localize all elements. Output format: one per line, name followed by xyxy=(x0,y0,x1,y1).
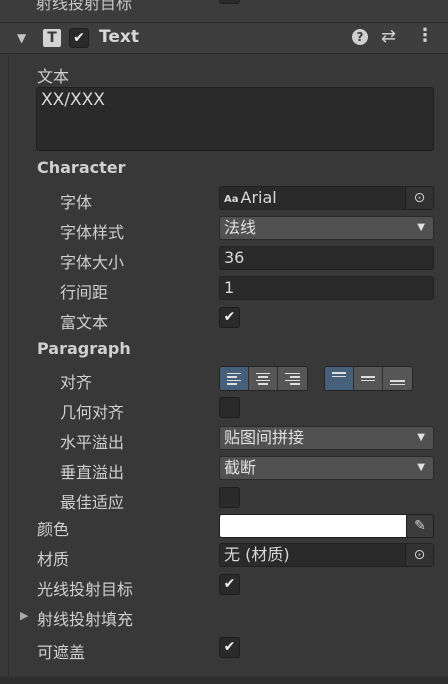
material-label: 材质 xyxy=(37,550,70,569)
font-style-value: 法线 xyxy=(224,218,257,237)
vertical-alignment-group xyxy=(324,366,413,391)
text-label: 文本 xyxy=(37,67,70,86)
best-fit-checkbox[interactable] xyxy=(219,487,240,508)
horizontal-alignment-group xyxy=(219,366,308,391)
previous-component-label: 射线投射目标 xyxy=(36,0,133,13)
previous-component-strip: 射线投射目标 xyxy=(0,0,448,22)
align-bottom-button[interactable] xyxy=(383,367,412,390)
font-value: Arial xyxy=(240,188,277,207)
paragraph-section-label: Paragraph xyxy=(37,339,131,358)
text-input[interactable]: XX/XXX xyxy=(36,87,434,151)
color-swatch[interactable] xyxy=(219,514,407,538)
component-title: Text xyxy=(99,27,139,47)
align-by-geometry-checkbox[interactable] xyxy=(219,397,240,418)
chevron-down-icon: ▼ xyxy=(417,432,425,443)
component-divider xyxy=(0,677,448,684)
font-field[interactable]: Aa Arial ⊙ xyxy=(219,186,434,210)
font-style-label: 字体样式 xyxy=(60,223,125,242)
vertical-overflow-value: 截断 xyxy=(224,458,257,477)
line-spacing-field[interactable]: 1 xyxy=(219,276,434,300)
material-field[interactable]: 无 (材质) ⊙ xyxy=(219,543,434,567)
align-by-geometry-label: 几何对齐 xyxy=(60,403,125,422)
text-component-header[interactable]: ▼ T ✔ Text ? ⇄ ⋮ xyxy=(0,22,448,54)
material-picker-icon[interactable]: ⊙ xyxy=(405,544,433,566)
component-enabled-checkbox[interactable]: ✔ xyxy=(69,28,89,48)
line-spacing-label: 行间距 xyxy=(60,283,109,302)
chevron-down-icon: ▼ xyxy=(417,222,425,233)
best-fit-label: 最佳适应 xyxy=(60,493,125,512)
rich-text-label: 富文本 xyxy=(60,313,109,332)
raycast-target-checkbox[interactable]: ✔ xyxy=(219,574,240,595)
align-left-button[interactable] xyxy=(220,367,249,390)
font-size-field[interactable]: 36 xyxy=(219,246,434,270)
font-label: 字体 xyxy=(60,193,93,212)
help-icon[interactable]: ? xyxy=(352,29,368,45)
more-options-icon[interactable]: ⋮ xyxy=(416,25,434,46)
color-label: 颜色 xyxy=(37,520,70,539)
align-right-button[interactable] xyxy=(278,367,307,390)
previous-component-checkbox[interactable] xyxy=(219,0,240,4)
vertical-overflow-dropdown[interactable]: 截断 ▼ xyxy=(219,456,434,480)
chevron-down-icon: ▼ xyxy=(417,462,425,473)
raycast-padding-label[interactable]: 射线投射填充 xyxy=(37,606,133,630)
maskable-checkbox[interactable]: ✔ xyxy=(219,637,240,658)
alignment-label: 对齐 xyxy=(60,373,93,392)
eyedropper-icon[interactable]: ✎ xyxy=(406,514,434,538)
horizontal-overflow-value: 贴图间拼接 xyxy=(224,428,305,447)
preset-icon[interactable]: ⇄ xyxy=(381,26,396,47)
font-size-label: 字体大小 xyxy=(60,253,125,272)
font-asset-icon: Aa xyxy=(224,194,239,205)
rich-text-checkbox[interactable]: ✔ xyxy=(219,307,240,328)
align-middle-button[interactable] xyxy=(354,367,383,390)
vertical-overflow-label: 垂直溢出 xyxy=(60,463,125,482)
align-center-button[interactable] xyxy=(249,367,278,390)
raycast-target-label: 光线投射目标 xyxy=(37,580,134,599)
horizontal-overflow-dropdown[interactable]: 贴图间拼接 ▼ xyxy=(219,426,434,450)
expand-arrow-icon[interactable]: ▶ xyxy=(20,609,28,622)
align-top-button[interactable] xyxy=(325,367,354,390)
material-value: 无 (材质) xyxy=(224,545,290,564)
character-section-label: Character xyxy=(37,158,126,177)
collapse-arrow-icon[interactable]: ▼ xyxy=(17,31,26,45)
horizontal-overflow-label: 水平溢出 xyxy=(60,433,125,452)
font-style-dropdown[interactable]: 法线 ▼ xyxy=(219,216,434,240)
font-picker-icon[interactable]: ⊙ xyxy=(405,187,433,209)
text-type-icon: T xyxy=(43,29,61,47)
maskable-label: 可遮盖 xyxy=(37,643,86,662)
